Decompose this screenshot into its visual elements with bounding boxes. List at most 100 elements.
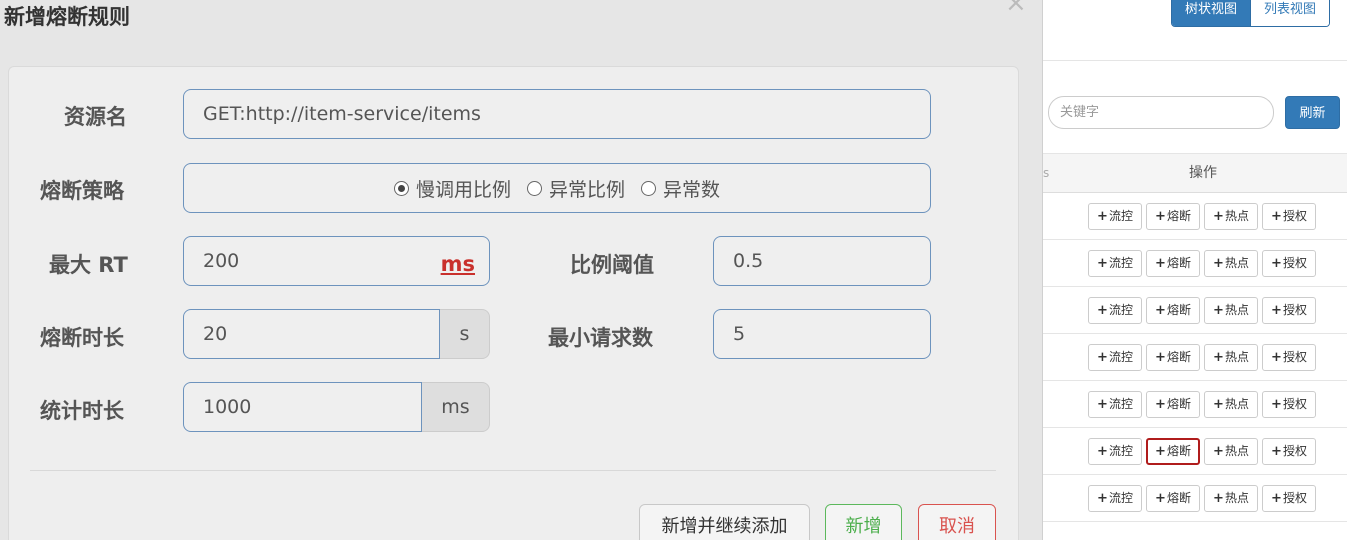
plus-icon: +	[1097, 256, 1108, 271]
plus-icon: +	[1155, 256, 1166, 271]
row-action-label: 流控	[1108, 303, 1133, 317]
plus-icon: +	[1155, 303, 1166, 318]
radio-error-ratio[interactable]: 异常比例	[526, 175, 625, 202]
radio-slow-call-ratio[interactable]: 慢调用比例	[393, 175, 511, 202]
row-action-button[interactable]: +熔断	[1146, 391, 1200, 418]
row-action-label: 授权	[1282, 444, 1307, 458]
row-action-button[interactable]: +熔断	[1146, 297, 1200, 324]
row-action-button[interactable]: +熔断	[1146, 203, 1200, 230]
row-action-button[interactable]: +热点	[1204, 297, 1258, 324]
min-request-label: 最小请求数	[548, 326, 653, 350]
table-row: +流控 +熔断 +热点 +授权	[1043, 428, 1347, 475]
strategy-radio-group: 慢调用比例 异常比例 异常数	[183, 163, 931, 213]
radio-error-count[interactable]: 异常数	[641, 175, 720, 202]
max-rt-unit: ms	[440, 252, 475, 276]
keyword-search-input[interactable]: 关键字	[1048, 96, 1274, 129]
resource-name-label: 资源名	[64, 105, 127, 129]
row-action-button[interactable]: +授权	[1262, 203, 1316, 230]
row-action-button[interactable]: +授权	[1262, 391, 1316, 418]
plus-icon: +	[1213, 350, 1224, 365]
row-action-button[interactable]: +流控	[1088, 438, 1142, 465]
divider	[1043, 60, 1347, 61]
row-action-label: 流控	[1108, 209, 1133, 223]
table-header: s 操作	[1043, 153, 1347, 193]
row-action-button[interactable]: +熔断	[1146, 485, 1200, 512]
row-action-label: 热点	[1224, 256, 1249, 270]
add-and-continue-button[interactable]: 新增并继续添加	[639, 504, 810, 540]
row-actions: +流控 +熔断 +热点 +授权	[1088, 297, 1320, 324]
radio-label: 慢调用比例	[415, 178, 511, 201]
row-action-button[interactable]: +流控	[1088, 391, 1142, 418]
plus-icon: +	[1097, 303, 1108, 318]
plus-icon: +	[1097, 350, 1108, 365]
row-action-button[interactable]: +授权	[1262, 485, 1316, 512]
row-action-button[interactable]: +热点	[1204, 344, 1258, 371]
footer-divider	[30, 470, 996, 471]
plus-icon: +	[1097, 397, 1108, 412]
ratio-threshold-input[interactable]: 0.5	[713, 236, 931, 286]
plus-icon: +	[1271, 491, 1282, 506]
refresh-button[interactable]: 刷新	[1285, 96, 1340, 129]
row-action-button[interactable]: +熔断	[1146, 344, 1200, 371]
plus-icon: +	[1213, 209, 1224, 224]
list-view-button[interactable]: 列表视图	[1250, 0, 1330, 26]
stat-duration-unit: ms	[422, 382, 490, 432]
stat-duration-label: 统计时长	[40, 399, 124, 423]
close-icon[interactable]: ×	[1005, 0, 1027, 18]
new-degrade-rule-modal: 新增熔断规则 × 资源名 GET:http://item-service/ite…	[0, 0, 1043, 540]
plus-icon: +	[1155, 350, 1166, 365]
table-row: +流控 +熔断 +热点 +授权	[1043, 475, 1347, 522]
tree-view-button[interactable]: 树状视图	[1172, 0, 1251, 26]
view-toggle: 树状视图 列表视图	[1171, 0, 1331, 27]
row-action-button[interactable]: +熔断	[1146, 438, 1200, 465]
row-action-button[interactable]: +流控	[1088, 297, 1142, 324]
row-action-button[interactable]: +热点	[1204, 438, 1258, 465]
row-action-label: 授权	[1282, 491, 1307, 505]
row-action-button[interactable]: +热点	[1204, 203, 1258, 230]
break-duration-label: 熔断时长	[40, 326, 124, 350]
table-row: +流控 +熔断 +热点 +授权	[1043, 334, 1347, 381]
ratio-threshold-label: 比例阈值	[570, 253, 654, 277]
plus-icon: +	[1155, 397, 1166, 412]
row-action-label: 熔断	[1166, 350, 1191, 364]
row-actions: +流控 +熔断 +热点 +授权	[1088, 250, 1320, 277]
radio-label: 异常比例	[548, 178, 625, 201]
row-action-button[interactable]: +流控	[1088, 250, 1142, 277]
row-action-button[interactable]: +熔断	[1146, 250, 1200, 277]
row-action-button[interactable]: +授权	[1262, 344, 1316, 371]
plus-icon: +	[1097, 491, 1108, 506]
row-action-label: 熔断	[1166, 444, 1191, 458]
plus-icon: +	[1155, 491, 1166, 506]
row-action-button[interactable]: +流控	[1088, 485, 1142, 512]
row-action-button[interactable]: +流控	[1088, 344, 1142, 371]
add-button[interactable]: 新增	[825, 504, 902, 540]
row-action-label: 热点	[1224, 303, 1249, 317]
row-action-button[interactable]: +热点	[1204, 391, 1258, 418]
break-duration-input[interactable]: 20	[183, 309, 440, 359]
row-action-button[interactable]: +流控	[1088, 203, 1142, 230]
row-action-label: 授权	[1282, 256, 1307, 270]
plus-icon: +	[1213, 303, 1224, 318]
row-action-label: 流控	[1108, 256, 1133, 270]
plus-icon: +	[1155, 444, 1166, 459]
plus-icon: +	[1097, 209, 1108, 224]
row-action-button[interactable]: +热点	[1204, 485, 1258, 512]
row-action-label: 热点	[1224, 491, 1249, 505]
stat-duration-input[interactable]: 1000	[183, 382, 422, 432]
resource-name-input[interactable]: GET:http://item-service/items	[183, 89, 931, 139]
row-actions: +流控 +熔断 +热点 +授权	[1088, 485, 1320, 512]
min-request-input[interactable]: 5	[713, 309, 931, 359]
plus-icon: +	[1213, 256, 1224, 271]
plus-icon: +	[1213, 444, 1224, 459]
row-action-label: 流控	[1108, 350, 1133, 364]
row-action-button[interactable]: +热点	[1204, 250, 1258, 277]
row-action-button[interactable]: +授权	[1262, 438, 1316, 465]
row-actions: +流控 +熔断 +热点 +授权	[1088, 438, 1320, 465]
row-action-label: 热点	[1224, 397, 1249, 411]
cancel-button[interactable]: 取消	[918, 504, 996, 540]
row-action-label: 热点	[1224, 350, 1249, 364]
operations-header: 操作	[1189, 165, 1217, 181]
row-action-button[interactable]: +授权	[1262, 250, 1316, 277]
row-action-button[interactable]: +授权	[1262, 297, 1316, 324]
max-rt-input[interactable]: 200 ms	[183, 236, 490, 286]
